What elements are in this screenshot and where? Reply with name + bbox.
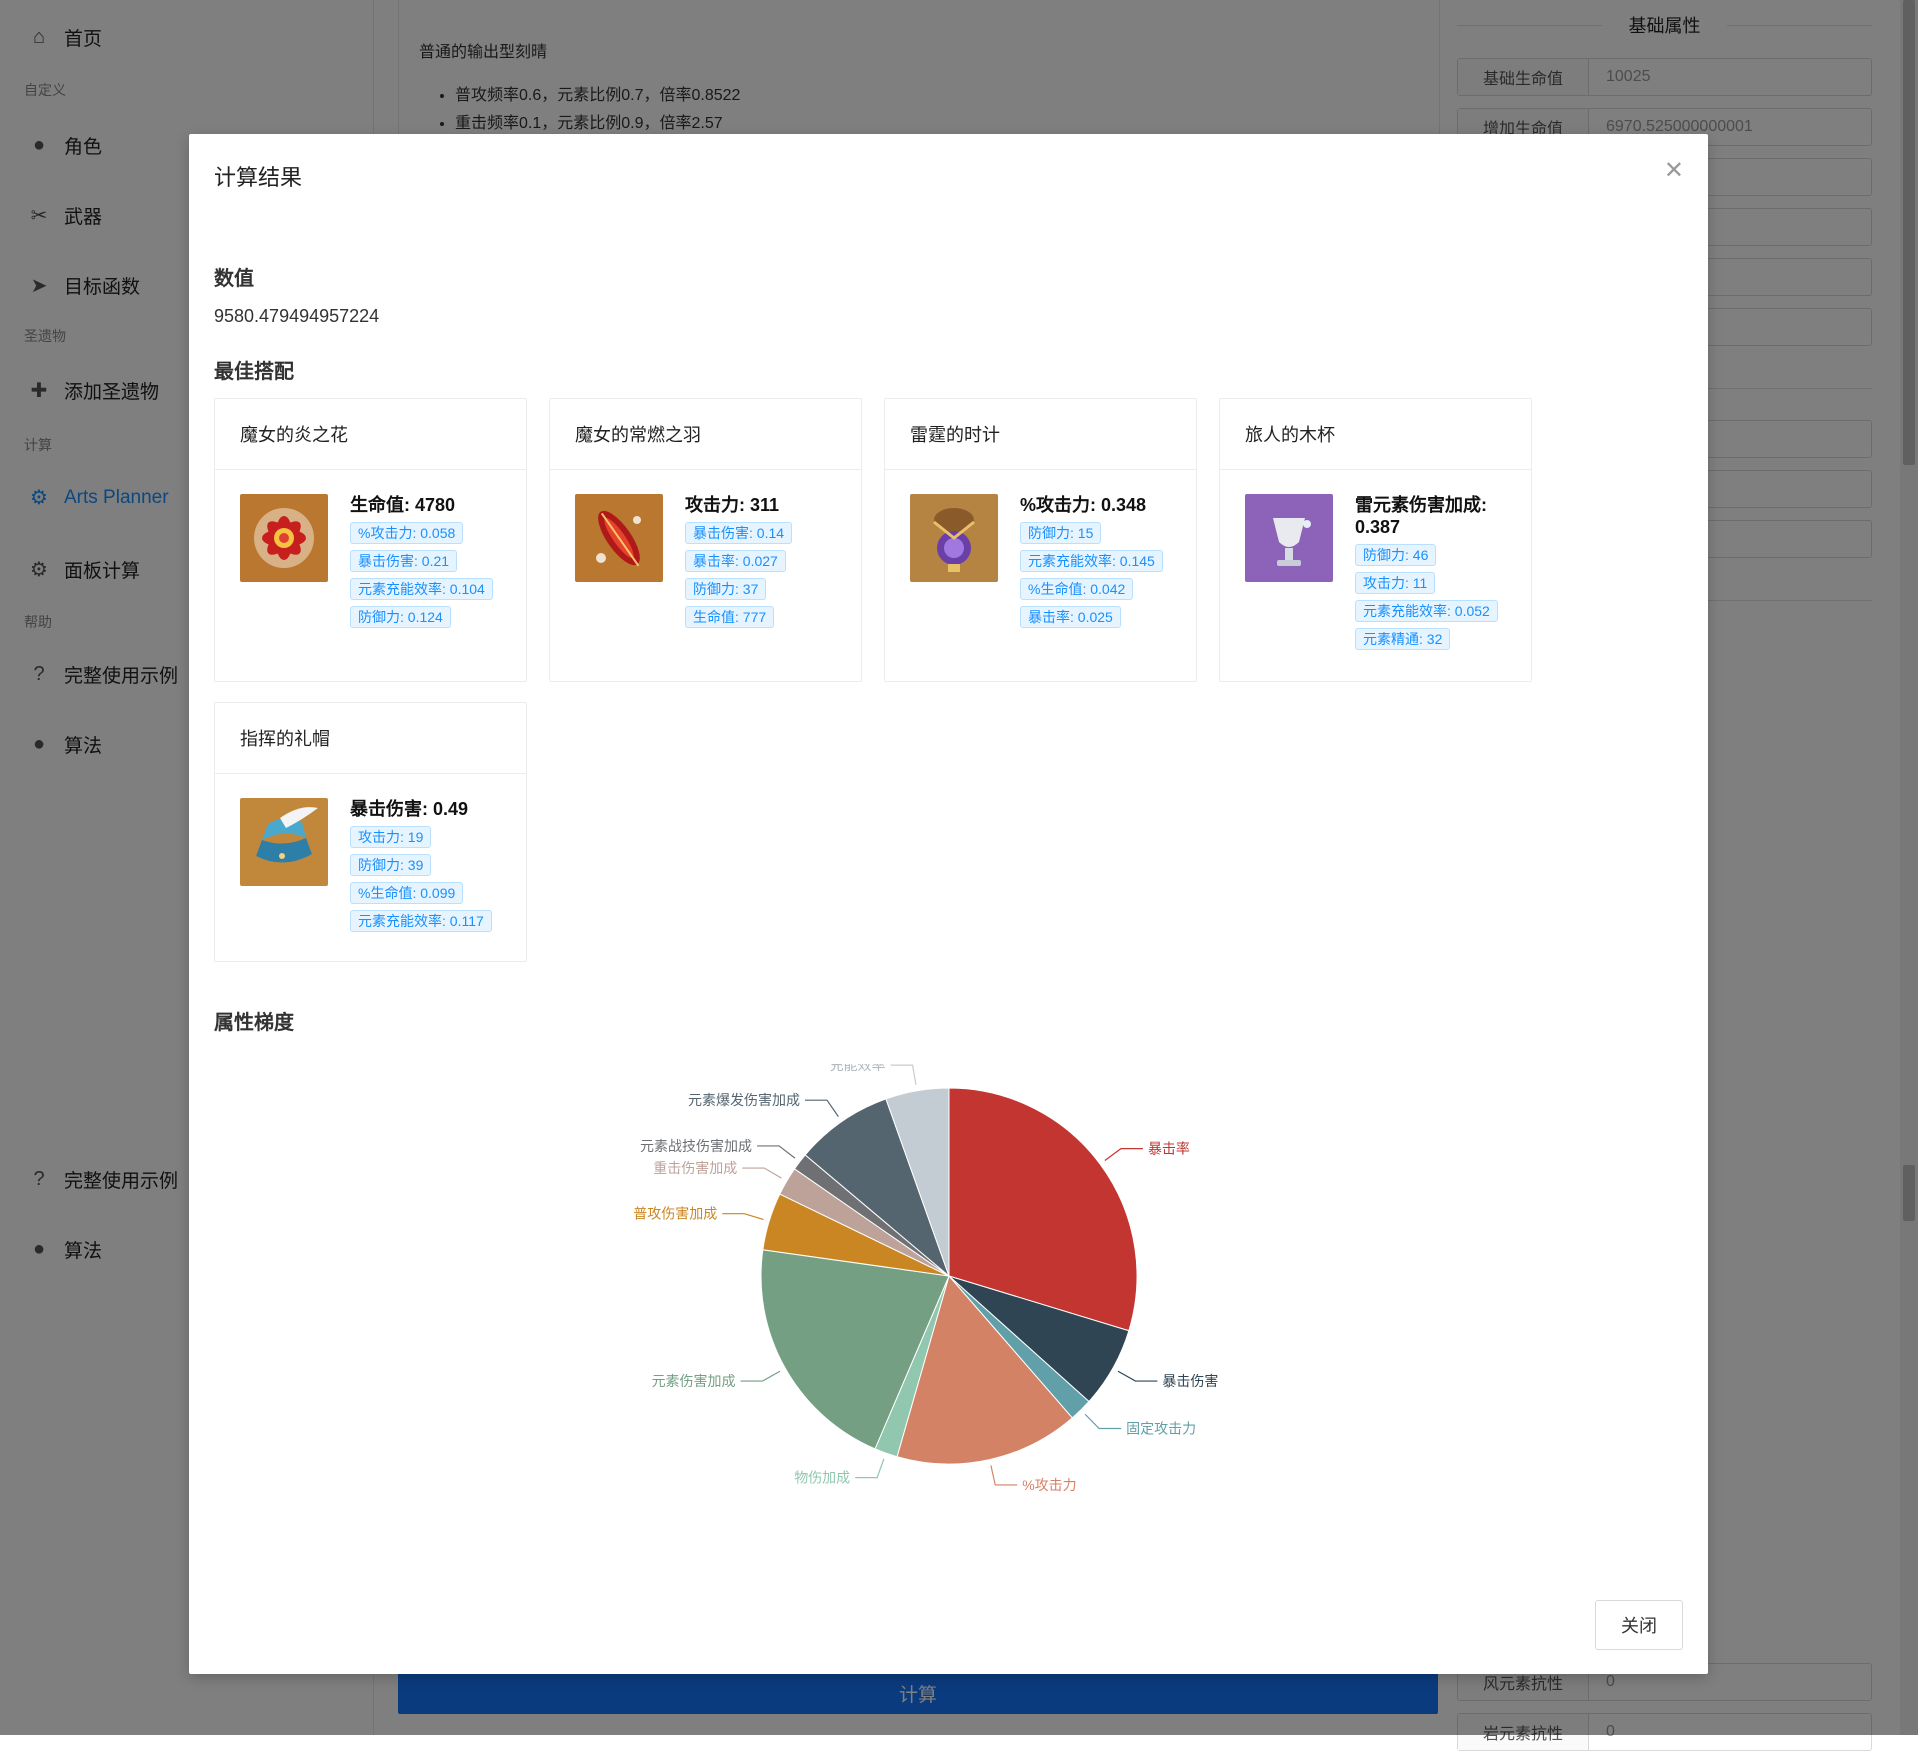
pie-label-line — [890, 1064, 917, 1085]
sub-stat-tag: 元素精通: 32 — [1355, 628, 1451, 650]
pie-label: 元素战技伤害加成 — [640, 1138, 752, 1154]
artifact-main-stat: 雷元素伤害加成: 0.387 — [1355, 495, 1487, 537]
sub-stat-tag: 暴击伤害: 0.14 — [685, 522, 793, 544]
pie-label: 重击伤害加成 — [653, 1160, 737, 1176]
artifact-name: 魔女的炎之花 — [215, 399, 526, 470]
sub-stat-tag: 防御力: 15 — [1020, 522, 1102, 544]
modal-title: 计算结果 — [214, 165, 303, 190]
sub-stat-tag: 防御力: 46 — [1355, 544, 1437, 566]
flower-icon — [240, 494, 328, 582]
artifact-name: 指挥的礼帽 — [215, 703, 526, 774]
sub-stat-tag: 暴击伤害: 0.21 — [350, 550, 458, 572]
close-icon[interactable]: ✕ — [1664, 156, 1684, 185]
artifact-card: 旅人的木杯 雷元素伤害加成: 0.387 防御力: 46 攻击力: 11 元素充… — [1219, 398, 1532, 682]
section-title-gradient: 属性梯度 — [214, 1012, 294, 1034]
sub-stat-tag: 元素充能效率: 0.117 — [350, 910, 492, 932]
sub-stat-tag: 元素充能效率: 0.052 — [1355, 600, 1498, 622]
pie-label-line — [757, 1145, 796, 1159]
sub-stat-tag: 元素充能效率: 0.104 — [350, 578, 493, 600]
circlet-icon — [240, 798, 328, 886]
sub-stat-tag: 暴击率: 0.027 — [685, 550, 786, 572]
close-button[interactable]: 关闭 — [1595, 1600, 1683, 1650]
sands-icon — [910, 494, 998, 582]
pie-label-line — [722, 1213, 764, 1221]
sub-stat-tag: 暴击率: 0.025 — [1020, 606, 1121, 628]
artifact-main-stat: 攻击力: 311 — [685, 495, 780, 515]
sub-stat-tag: 攻击力: 19 — [350, 826, 432, 848]
pie-label: 固定攻击力 — [1126, 1420, 1196, 1436]
artifact-card: 雷霆的时计 %攻击力: 0.348 防御力: 15 元素充能效率: 0.145 … — [884, 398, 1197, 682]
sub-stat-tag: 元素充能效率: 0.145 — [1020, 550, 1163, 572]
result-modal: 计算结果 ✕ 数值 9580.479494957224 最佳搭配 魔女的炎之花 — [189, 134, 1708, 1674]
goblet-icon — [1245, 494, 1333, 582]
artifact-name: 魔女的常燃之羽 — [550, 399, 861, 470]
sub-stat-tag: 攻击力: 11 — [1355, 572, 1436, 594]
pie-label: 元素伤害加成 — [652, 1373, 736, 1389]
artifact-name: 雷霆的时计 — [885, 399, 1196, 470]
sub-stat-tag: %攻击力: 0.058 — [350, 522, 464, 544]
section-title-value: 数值 — [214, 268, 254, 290]
artifact-card: 魔女的常燃之羽 攻击力: 311 暴击伤害: 0.14 暴击率: 0.027 防… — [549, 398, 862, 682]
pie-label-line — [742, 1167, 782, 1179]
artifact-name: 旅人的木杯 — [1220, 399, 1531, 470]
pie-label: 暴击伤害 — [1162, 1373, 1218, 1389]
pie-label-line — [855, 1458, 885, 1479]
pie-label-line — [990, 1465, 1018, 1486]
section-title-best: 最佳搭配 — [214, 361, 294, 383]
artifact-card: 魔女的炎之花 生命值: 4780 %攻击力: 0.058 暴击伤害: 0.21 … — [214, 398, 527, 682]
pie-label-line — [740, 1370, 781, 1382]
sub-stat-tag: 防御力: 0.124 — [350, 606, 451, 628]
pie-label-line — [1117, 1370, 1158, 1382]
sub-stat-tag: 防御力: 39 — [350, 854, 432, 876]
result-value: 9580.479494957224 — [214, 306, 380, 326]
pie-label: 物伤加成 — [794, 1470, 850, 1486]
pie-label: 充能效率 — [830, 1064, 886, 1073]
artifact-card: 指挥的礼帽 暴击伤害: 0.49 攻击力: 19 防御力: 39 %生命值: 0… — [214, 702, 527, 962]
artifact-main-stat: 生命值: 4780 — [350, 495, 456, 515]
sub-stat-tag: 生命值: 777 — [685, 606, 775, 628]
sub-stat-tag: %生命值: 0.099 — [350, 882, 464, 904]
pie-label-line — [1084, 1413, 1122, 1430]
artifact-main-stat: %攻击力: 0.348 — [1020, 495, 1147, 515]
pie-label: 元素爆发伤害加成 — [688, 1092, 800, 1108]
sub-stat-tag: %生命值: 0.042 — [1020, 578, 1134, 600]
pie-label: %攻击力 — [1022, 1477, 1076, 1493]
feather-icon — [575, 494, 663, 582]
pie-label-line — [805, 1099, 839, 1117]
pie-label: 暴击率 — [1148, 1141, 1190, 1157]
pie-label: 普攻伤害加成 — [633, 1206, 717, 1222]
pie-label-line — [1104, 1148, 1143, 1161]
artifact-main-stat: 暴击伤害: 0.49 — [350, 799, 469, 819]
attribute-gradient-pie-chart: 暴击率暴击伤害固定攻击力%攻击力物伤加成元素伤害加成普攻伤害加成重击伤害加成元素… — [633, 1064, 1218, 1493]
sub-stat-tag: 防御力: 37 — [685, 578, 767, 600]
